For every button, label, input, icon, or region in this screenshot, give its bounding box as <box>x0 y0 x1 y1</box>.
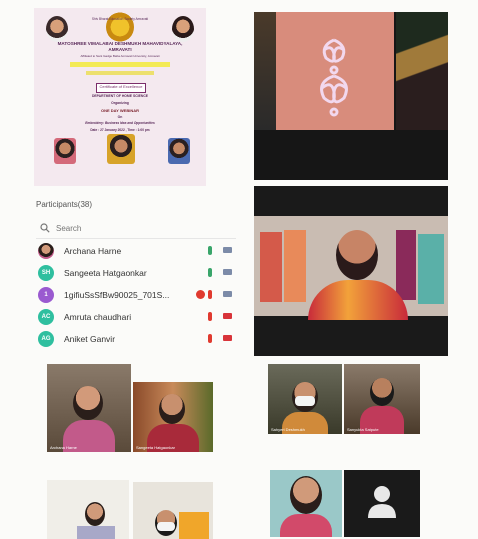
participant-row[interactable]: AG Aniket Ganvir <box>36 328 240 350</box>
participant-face <box>85 502 105 526</box>
camera-icon[interactable] <box>223 269 232 275</box>
microphone-icon[interactable] <box>208 246 212 255</box>
participant-row[interactable]: SH Sangeeta Hatgaonkar <box>36 262 240 284</box>
microphone-icon[interactable] <box>208 268 212 277</box>
participants-title: Participants(38) <box>36 200 93 209</box>
face-mask <box>295 396 315 406</box>
camera-icon[interactable] <box>223 335 232 341</box>
participant-face <box>370 378 394 406</box>
background-clothes <box>254 12 276 130</box>
video-tile-sahyeri[interactable]: Sahyeri Deshmukh <box>268 364 342 434</box>
participant-row[interactable]: AC Amruta chaudhari <box>36 306 240 328</box>
participant-row[interactable]: 1 1gifiuSsSfBw90025_701S... <box>36 284 240 306</box>
participants-panel: Participants(38) Archana Harne SH Sangeeta… <box>34 188 242 364</box>
camera-icon[interactable] <box>223 291 232 297</box>
video-tile-gallery-4[interactable] <box>133 482 213 539</box>
poster-highlight-bar-2 <box>86 71 154 75</box>
participant-name: Aniket Ganvir <box>64 334 116 344</box>
poster-speaker-photo-3 <box>168 138 190 164</box>
video-tile-sangeeta[interactable]: Sangeeta Hatgaonkar <box>133 382 213 452</box>
presenter-face <box>336 230 378 280</box>
participant-face <box>159 394 185 424</box>
tile-name-label: Sangeeta Hatgaonkar <box>136 445 175 450</box>
video-tile-gallery-3[interactable] <box>47 480 129 539</box>
video-tile-embroidery[interactable] <box>254 12 448 180</box>
poster-highlight-bar <box>70 62 170 67</box>
participant-avatar: AC <box>38 309 54 325</box>
video-tile-presenter[interactable] <box>254 186 448 356</box>
camera-icon[interactable] <box>223 247 232 253</box>
participant-search-bar[interactable] <box>36 220 236 239</box>
hanging-dress-2 <box>284 230 306 302</box>
participant-clothes <box>280 514 332 537</box>
poster-on: On <box>117 115 123 119</box>
background-person <box>396 12 448 130</box>
hanging-dress-1 <box>260 232 282 302</box>
tile-name-label: Archana Harne <box>50 445 77 450</box>
poster-college-name: MATOSHREE VIMALABAI DESHMUKH MAHAVIDYALA… <box>57 41 183 46</box>
video-tile-speaker[interactable] <box>270 470 342 537</box>
poster-speaker-photo-1 <box>54 138 76 164</box>
participant-row[interactable]: Archana Harne <box>36 240 240 262</box>
camera-icon[interactable] <box>223 313 232 319</box>
hanging-dress-3 <box>396 230 416 300</box>
poster-city: AMRAVATI <box>108 47 132 52</box>
participant-face <box>290 476 322 514</box>
tile-name-label: Sahyeri Deshmukh <box>271 427 305 432</box>
poster-dept-line: DEPARTMENT OF HOME SCIENCE <box>91 94 149 98</box>
participant-name: 1gifiuSsSfBw90025_701S... <box>64 290 170 300</box>
participant-name: Sangeeta Hatgaonkar <box>64 268 147 278</box>
microphone-icon[interactable] <box>208 312 212 321</box>
video-tile-no-video[interactable] <box>344 470 420 537</box>
participant-avatar: AG <box>38 331 54 347</box>
face-mask <box>157 522 175 531</box>
user-avatar-icon <box>368 486 396 518</box>
hanging-dress-4 <box>418 234 444 304</box>
search-icon <box>40 223 50 233</box>
poster-event: ONE DAY WEBINAR <box>100 108 139 113</box>
participant-avatar: 1 <box>38 287 54 303</box>
poster-certificate-label: Certificate of Excellence <box>96 83 146 93</box>
poster-speaker-photo-2 <box>107 134 135 164</box>
poster-organizing: Organizing <box>111 101 129 105</box>
participant-avatar: SH <box>38 265 54 281</box>
search-input[interactable] <box>56 222 226 234</box>
poster-affiliation: Affiliated to Sant Gadge Baba Amravati U… <box>80 54 160 58</box>
embroidery-pattern-icon <box>320 38 348 117</box>
participant-avatar <box>38 243 54 259</box>
participant-name: Amruta chaudhari <box>64 312 132 322</box>
tile-name-label: Sanyukta Satpute <box>347 427 379 432</box>
microphone-icon[interactable] <box>208 290 212 299</box>
participant-face <box>73 386 103 420</box>
video-tile-sanyukta[interactable]: Sanyukta Satpute <box>344 364 420 434</box>
participant-clothes <box>179 512 209 539</box>
microphone-icon[interactable] <box>208 334 212 343</box>
participant-name: Archana Harne <box>64 246 122 256</box>
video-tile-archana[interactable]: Archana Harne <box>47 364 131 452</box>
alert-badge-icon <box>196 290 205 299</box>
poster-date-line: Date : 27 January 2022 , Time : 1:00 pm <box>90 128 150 132</box>
webinar-poster: Shiv Bharat Education Society Amravati M… <box>34 8 206 186</box>
poster-topic: Embroidery: Business Idea and Opportunit… <box>85 121 155 125</box>
poster-org-line: Shiv Bharat Education Society Amravati <box>91 17 149 21</box>
participant-clothes <box>77 526 115 539</box>
